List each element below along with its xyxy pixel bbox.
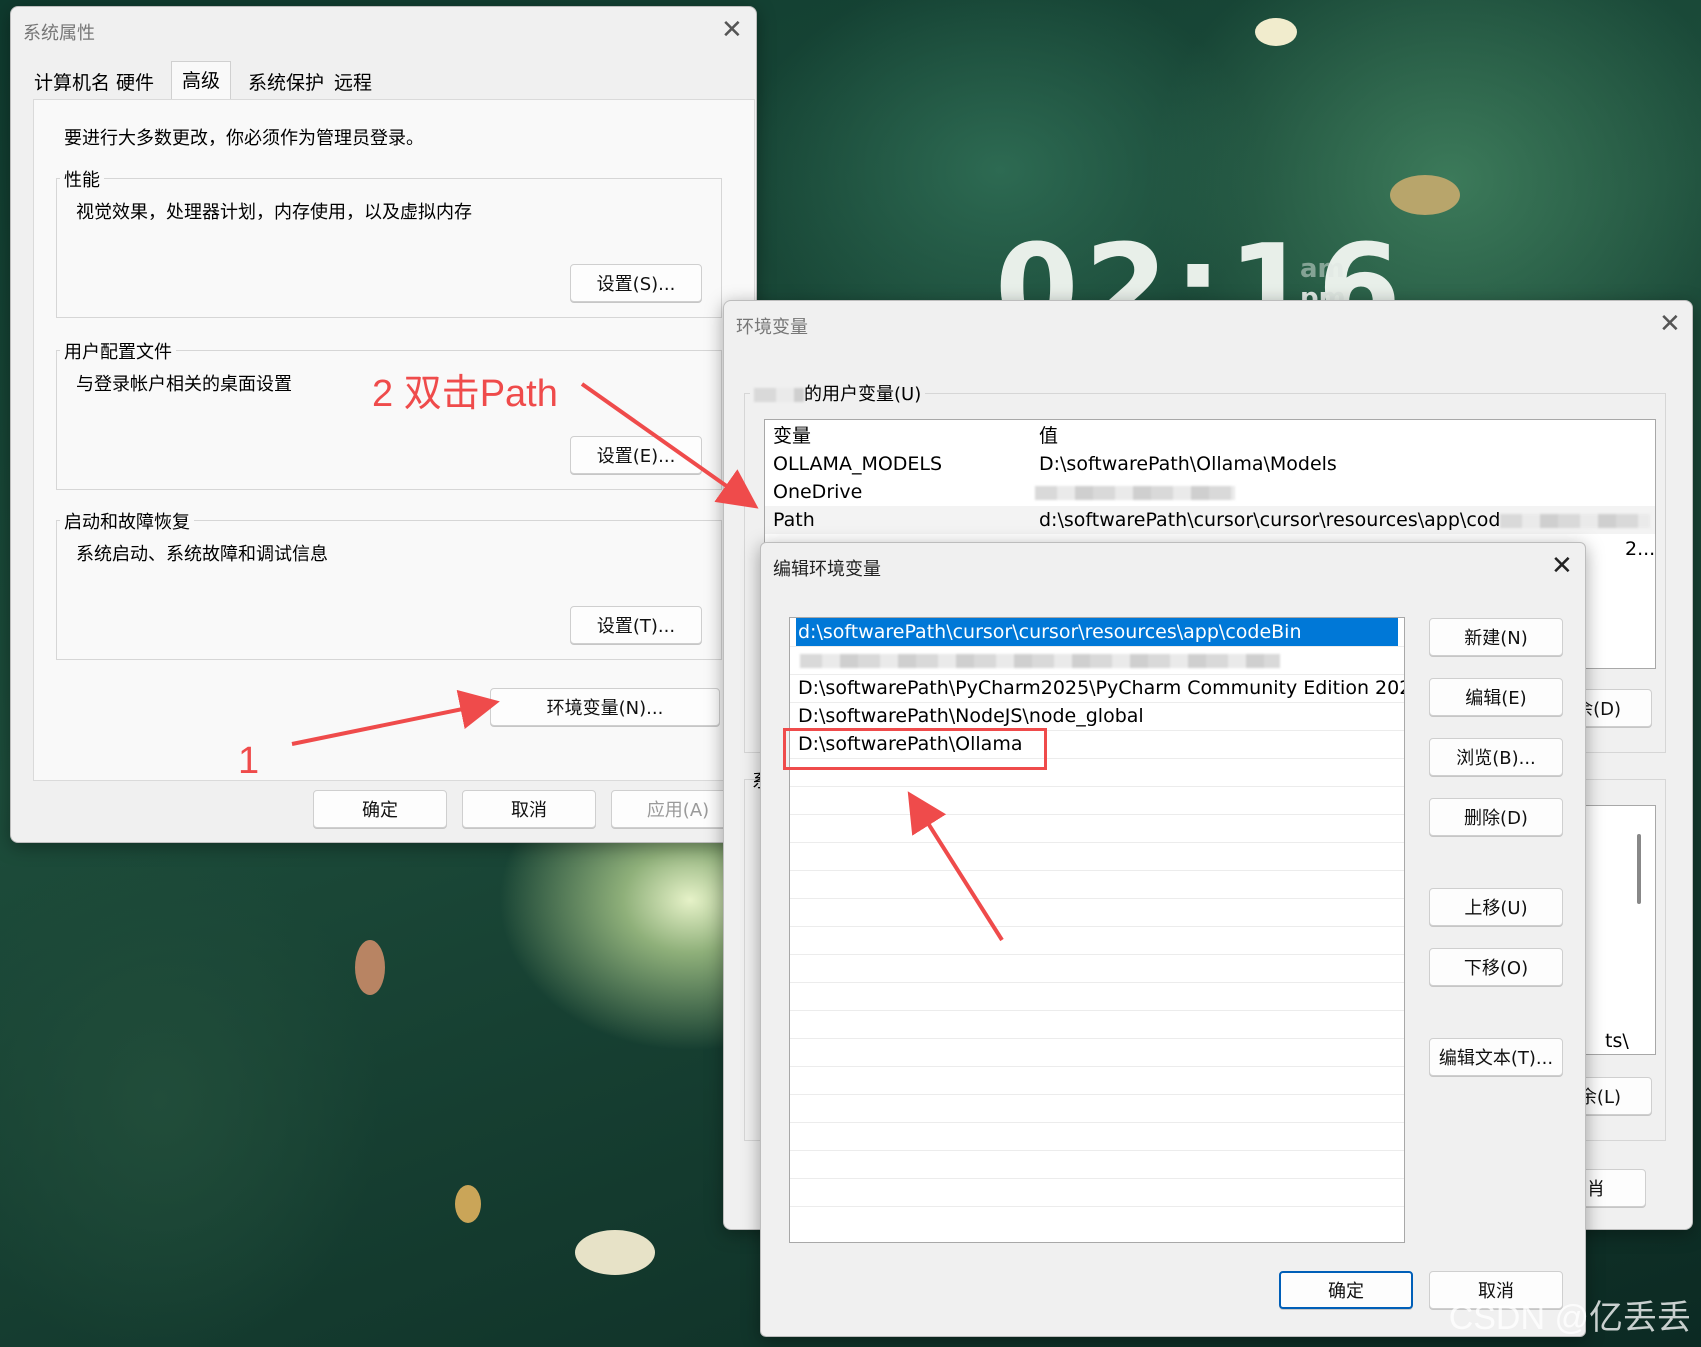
edit-button[interactable]: 编辑(E) [1429, 678, 1563, 716]
list-item[interactable] [796, 646, 1396, 674]
table-header: 变量 值 [765, 422, 1655, 450]
window-title: 编辑环境变量 [773, 559, 881, 580]
ok-button[interactable]: 确定 [313, 790, 447, 828]
partial-system-value: ts\ [1605, 1030, 1629, 1052]
close-icon[interactable]: ✕ [1551, 553, 1573, 579]
table-row-path[interactable]: Path d:\softwarePath\cursor\cursor\resou… [765, 506, 1655, 534]
header-value[interactable]: 值 [1039, 422, 1058, 450]
redacted-value [1500, 514, 1650, 528]
performance-desc: 视觉效果，处理器计划，内存使用，以及虚拟内存 [76, 202, 472, 223]
list-item[interactable]: D:\softwarePath\PyCharm2025\PyCharm Comm… [798, 674, 1404, 702]
tab-system-protection[interactable]: 系统保护 [243, 67, 329, 99]
user-variables-group-label: 的用户变量(U) [750, 380, 926, 406]
admin-note: 要进行大多数更改，你必须作为管理员登录。 [64, 128, 424, 149]
highlight-box [783, 728, 1047, 770]
header-name[interactable]: 变量 [773, 422, 811, 450]
user-profiles-group-label: 用户配置文件 [60, 338, 176, 364]
list-item-selected[interactable]: d:\softwarePath\cursor\cursor\resources\… [796, 618, 1398, 646]
system-properties-window: 系统属性 ✕ 计算机名 硬件 高级 系统保护 远程 要进行大多数更改，你必须作为… [10, 6, 757, 843]
move-down-button[interactable]: 下移(O) [1429, 948, 1563, 986]
startup-recovery-group-label: 启动和故障恢复 [60, 508, 194, 534]
window-title: 系统属性 [23, 23, 95, 44]
tab-advanced[interactable]: 高级 [171, 61, 232, 100]
wallpaper-blob [575, 1230, 655, 1275]
startup-recovery-settings-button[interactable]: 设置(T)... [570, 606, 702, 644]
browse-button[interactable]: 浏览(B)... [1429, 738, 1563, 776]
wallpaper-blob [1390, 175, 1460, 215]
redacted-username [754, 388, 804, 402]
tab-computer-name[interactable]: 计算机名 [29, 67, 115, 99]
new-button[interactable]: 新建(N) [1429, 618, 1563, 656]
close-icon[interactable]: ✕ [721, 17, 743, 43]
step-2-label: 2 双击Path [372, 373, 558, 415]
step-1-label: 1 [238, 740, 260, 782]
redacted-value [1035, 486, 1235, 500]
delete-button[interactable]: 删除(D) [1429, 798, 1563, 836]
startup-recovery-desc: 系统启动、系统故障和调试信息 [76, 544, 328, 565]
tab-hardware[interactable]: 硬件 [111, 67, 159, 99]
user-profiles-desc: 与登录帐户相关的桌面设置 [76, 374, 292, 395]
user-profiles-settings-button[interactable]: 设置(E)... [570, 436, 702, 474]
cancel-button[interactable]: 取消 [462, 790, 596, 828]
move-up-button[interactable]: 上移(U) [1429, 888, 1563, 926]
path-entries-list[interactable]: d:\softwarePath\cursor\cursor\resources\… [789, 617, 1405, 1243]
wallpaper-blob [355, 940, 385, 995]
edit-environment-variable-dialog: 编辑环境变量 ✕ d:\softwarePath\cursor\cursor\r… [760, 542, 1586, 1337]
window-title: 环境变量 [736, 317, 808, 338]
edit-text-button[interactable]: 编辑文本(T)... [1429, 1038, 1563, 1076]
close-icon[interactable]: ✕ [1659, 311, 1681, 337]
redacted-value [800, 654, 1280, 668]
wallpaper-blob [455, 1185, 481, 1223]
performance-settings-button[interactable]: 设置(S)... [570, 264, 702, 302]
environment-variables-button[interactable]: 环境变量(N)... [490, 688, 720, 726]
wallpaper-blob [1255, 18, 1297, 46]
table-row[interactable]: OneDrive [765, 478, 1655, 506]
watermark: CSDN @亿丢丢 [1448, 1299, 1691, 1337]
table-row[interactable]: OLLAMA_MODELS D:\softwarePath\Ollama\Mod… [765, 450, 1655, 478]
performance-group-label: 性能 [60, 166, 104, 192]
ok-button[interactable]: 确定 [1279, 1271, 1413, 1309]
list-item[interactable]: D:\softwarePath\NodeJS\node_global [798, 702, 1144, 730]
partial-value-text: 2... [1625, 538, 1656, 560]
scrollbar-thumb[interactable] [1637, 834, 1641, 904]
advanced-tab-panel: 要进行大多数更改，你必须作为管理员登录。 性能 视觉效果，处理器计划，内存使用，… [33, 99, 755, 781]
tab-remote[interactable]: 远程 [329, 67, 377, 99]
